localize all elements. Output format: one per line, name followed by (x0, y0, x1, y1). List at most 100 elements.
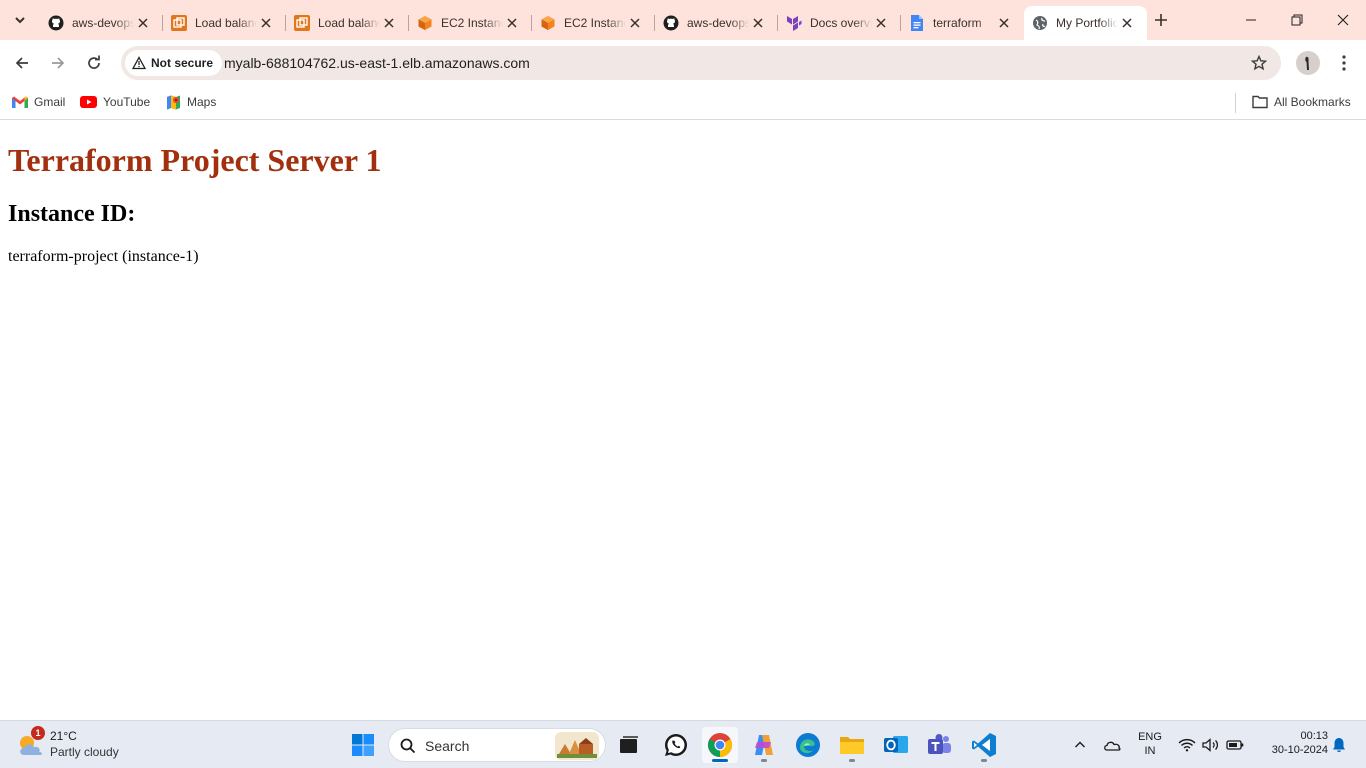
bookmark-maps[interactable]: Maps (166, 92, 216, 112)
profile-avatar[interactable] (1296, 51, 1320, 75)
close-icon[interactable] (1119, 15, 1135, 31)
copilot-app[interactable] (746, 727, 782, 763)
close-icon[interactable] (135, 15, 151, 31)
weather-widget[interactable]: 1 21°C Partly cloudy (16, 726, 136, 763)
outlook-icon (884, 736, 908, 753)
bookmark-label: Gmail (34, 95, 66, 109)
battery-icon (1226, 740, 1244, 750)
reload-button[interactable] (80, 49, 108, 77)
tab-title: aws-devops (687, 16, 749, 30)
teams-app[interactable] (922, 727, 958, 763)
tab-title: Docs overview (810, 16, 872, 30)
onedrive-button[interactable] (1098, 727, 1126, 763)
edge-app[interactable] (790, 727, 826, 763)
quick-settings-button[interactable] (1174, 727, 1248, 763)
tab-strip: aws-devops Load balancers Load balancers (0, 0, 1366, 40)
search-icon (400, 738, 416, 754)
language-indicator[interactable]: ENG IN (1134, 731, 1166, 757)
instance-id-value: terraform-project (instance-1) (8, 248, 199, 265)
url-text[interactable]: myalb-688104762.us-east-1.elb.amazonaws.… (224, 55, 530, 71)
show-hidden-icons-button[interactable] (1066, 727, 1094, 763)
tab-title: EC2 Instances (564, 16, 626, 30)
close-icon (1337, 14, 1349, 26)
tab-search-button[interactable] (8, 8, 32, 32)
security-indicator[interactable]: Not secure (125, 50, 223, 76)
chevron-up-icon (1075, 741, 1085, 748)
close-icon[interactable] (258, 15, 274, 31)
tab-title: aws-devops (72, 16, 134, 30)
vscode-app[interactable] (966, 727, 1002, 763)
new-tab-button[interactable] (1150, 9, 1172, 31)
google-docs-icon (909, 15, 925, 31)
task-view-icon (620, 736, 638, 753)
browser-menu-button[interactable] (1332, 51, 1356, 75)
copilot-icon (755, 735, 773, 755)
region-code: IN (1144, 745, 1156, 757)
close-icon[interactable] (627, 15, 643, 31)
whatsapp-icon (665, 734, 687, 756)
file-explorer-app[interactable] (834, 727, 870, 763)
arrow-right-icon (52, 57, 65, 69)
all-bookmarks-button[interactable]: All Bookmarks (1252, 92, 1351, 112)
star-icon (1251, 55, 1267, 71)
plus-icon (1155, 14, 1167, 26)
close-icon[interactable] (504, 15, 520, 31)
outlook-app[interactable] (878, 727, 914, 763)
taskbar: 1 21°C Partly cloudy Search ENG IN 00:13… (0, 720, 1366, 768)
search-highlight-icon (555, 732, 599, 760)
reload-icon (88, 55, 100, 69)
restore-icon (1291, 14, 1303, 26)
tab-load-balancers-2[interactable]: Load balancers (286, 6, 409, 40)
instance-id-heading: Instance ID: (8, 201, 136, 227)
security-label: Not secure (151, 56, 214, 70)
minimize-button[interactable] (1228, 0, 1274, 40)
terraform-icon (786, 15, 802, 31)
aws-ec2-icon (417, 15, 433, 31)
address-bar[interactable]: Not secure myalb-688104762.us-east-1.elb… (121, 46, 1281, 80)
close-icon[interactable] (873, 15, 889, 31)
bookmark-youtube[interactable]: YouTube (80, 92, 150, 112)
arrow-left-icon (15, 57, 28, 69)
avatar-icon (1305, 56, 1309, 70)
folder-icon (1252, 95, 1268, 109)
forward-button[interactable] (44, 49, 72, 77)
all-bookmarks-label: All Bookmarks (1274, 95, 1351, 109)
back-button[interactable] (8, 49, 36, 77)
clock[interactable]: 00:13 30-10-2024 (1256, 730, 1328, 756)
clock-time: 00:13 (1300, 730, 1328, 742)
close-icon[interactable] (996, 15, 1012, 31)
teams-icon (928, 734, 951, 754)
youtube-icon (80, 96, 97, 108)
chrome-app[interactable] (702, 727, 738, 763)
aws-elb-icon (294, 15, 310, 31)
aws-ec2-icon (540, 15, 556, 31)
whatsapp-app[interactable] (658, 727, 694, 763)
tab-ec2-instances-1[interactable]: EC2 Instances (409, 6, 532, 40)
maps-icon (167, 95, 180, 109)
chrome-icon (707, 733, 733, 757)
bookmark-star-button[interactable] (1249, 53, 1269, 73)
tab-my-portfolio[interactable]: My Portfolio (1024, 6, 1147, 40)
search-label: Search (425, 738, 470, 754)
taskbar-search[interactable]: Search (388, 728, 606, 762)
tab-title: My Portfolio (1056, 16, 1118, 30)
wifi-icon (1178, 738, 1196, 752)
tab-terraform-doc[interactable]: terraform (901, 6, 1024, 40)
start-button[interactable] (345, 727, 381, 763)
bookmark-gmail[interactable]: Gmail (12, 92, 65, 112)
close-icon[interactable] (750, 15, 766, 31)
clock-date: 30-10-2024 (1271, 744, 1328, 756)
task-view-button[interactable] (611, 727, 647, 763)
bell-icon (1333, 738, 1345, 752)
close-window-button[interactable] (1320, 0, 1366, 40)
tab-load-balancers-1[interactable]: Load balancers (163, 6, 286, 40)
tab-ec2-instances-2[interactable]: EC2 Instances (532, 6, 655, 40)
cloud-icon (1104, 741, 1121, 751)
notifications-button[interactable] (1328, 727, 1350, 763)
tab-docs-overview[interactable]: Docs overview (778, 6, 901, 40)
folder-icon (840, 737, 864, 754)
restore-button[interactable] (1274, 0, 1320, 40)
close-icon[interactable] (381, 15, 397, 31)
tab-aws-devops-1[interactable]: aws-devops (40, 6, 163, 40)
tab-aws-devops-2[interactable]: aws-devops (655, 6, 778, 40)
